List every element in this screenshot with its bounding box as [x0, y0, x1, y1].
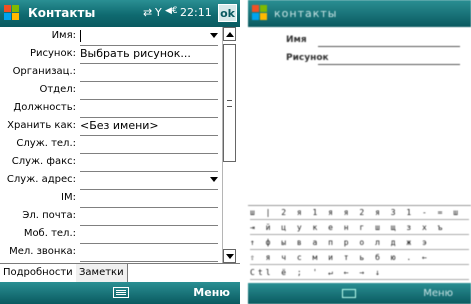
keyboard-icon[interactable] [113, 287, 129, 298]
clock[interactable]: 22:11 [180, 6, 212, 19]
field-department[interactable]: Отдел: [0, 81, 222, 100]
field-name[interactable]: Имя [248, 34, 471, 48]
ringtone-input[interactable] [80, 243, 218, 262]
field-picture[interactable]: Рисунок [248, 52, 471, 66]
mobile-phone-input[interactable] [80, 225, 218, 244]
chevron-down-icon[interactable] [210, 177, 218, 182]
scroll-down-icon[interactable] [223, 249, 236, 263]
work-fax-input[interactable] [80, 153, 218, 172]
field-ringtone[interactable]: Мел. звонка: [0, 243, 222, 262]
field-picture[interactable]: Рисунок: Выбрать рисунок... [0, 45, 222, 64]
field-label: Рисунок [286, 53, 329, 63]
field-label: Служ. факс: [11, 156, 76, 167]
keyboard-row[interactable]: ⇧ я ч с м и т ь б ю . ← [250, 253, 469, 265]
windows-start-icon[interactable] [4, 5, 20, 21]
department-input[interactable] [80, 81, 218, 100]
picture-input[interactable] [318, 64, 460, 65]
field-email[interactable]: Эл. почта: [0, 207, 222, 226]
field-label: Имя [286, 35, 307, 45]
field-label: Должность: [13, 102, 76, 113]
job-title-input[interactable] [80, 99, 218, 118]
signal-icon[interactable]: Y [155, 6, 162, 19]
contact-form: Имя: Рисунок: Выбрать рисунок... Организ… [0, 27, 222, 263]
text-caret [80, 30, 81, 42]
tab-notes[interactable]: Заметки [76, 264, 128, 283]
field-work-phone[interactable]: Служ. тел.: [0, 135, 222, 154]
scroll-thumb[interactable] [223, 44, 236, 162]
windows-start-icon[interactable] [252, 5, 268, 21]
field-company[interactable]: Организац.: [0, 63, 222, 82]
menu-button[interactable]: Меню [423, 288, 453, 299]
field-work-address[interactable]: Служ. адрес: [0, 171, 222, 190]
chevron-down-icon[interactable] [210, 33, 218, 38]
title-bar: Контакты ⇄ Y ◀€ 22:11 ok [0, 0, 240, 27]
field-label: Отдел: [39, 84, 76, 95]
field-label: Рисунок: [29, 48, 76, 59]
field-label: Моб. тел.: [23, 228, 76, 239]
company-input[interactable] [80, 63, 218, 82]
scroll-up-icon[interactable] [223, 27, 236, 41]
work-address-input[interactable] [80, 171, 218, 190]
volume-icon[interactable]: ◀€ [165, 6, 178, 16]
field-file-as[interactable]: Хранить как: <Без имени> [0, 117, 222, 136]
name-input[interactable] [80, 27, 218, 46]
contacts-screen: Контакты ⇄ Y ◀€ 22:11 ok Имя: Рисунок: В… [0, 0, 240, 304]
field-label: Эл. почта: [22, 210, 76, 221]
file-as-input[interactable]: <Без имени> [80, 117, 218, 136]
tab-details[interactable]: Подробности [0, 264, 77, 282]
keyboard-row[interactable]: ⇥ й ц у к е н г ш щ з х ъ [250, 223, 469, 235]
keyboard-row[interactable]: ↑ ф ы в а п р о л д ж э [250, 238, 469, 250]
field-label: Имя: [51, 30, 76, 41]
name-input[interactable] [318, 46, 460, 47]
connectivity-icon[interactable]: ⇄ [143, 6, 152, 19]
field-label: Служ. тел.: [16, 138, 76, 149]
on-screen-keyboard[interactable]: ш | 2 я 1 я я 2 я 3 1 - = ш ⇥ й ц у к е … [248, 205, 471, 284]
field-name[interactable]: Имя: [0, 27, 222, 46]
field-im[interactable]: IM: [0, 189, 222, 208]
app-title: контакты [274, 7, 338, 20]
field-label: IM: [61, 192, 76, 203]
title-bar: контакты [248, 0, 471, 27]
field-label: Мел. звонка: [9, 246, 76, 257]
im-input[interactable] [80, 189, 218, 208]
field-work-fax[interactable]: Служ. факс: [0, 153, 222, 172]
work-phone-input[interactable] [80, 135, 218, 154]
contacts-screen-keyboard: контакты Имя Рисунок ш | 2 я 1 я я 2 я 3… [248, 0, 471, 304]
soft-key-bar: Меню [248, 283, 471, 304]
keyboard-row[interactable]: Ctl ё ; ' ↵ ← → ↓ [250, 268, 469, 280]
app-title: Контакты [28, 6, 96, 20]
field-label: Организац.: [12, 66, 76, 77]
tab-strip: Подробности Заметки [0, 263, 240, 283]
field-job-title[interactable]: Должность: [0, 99, 222, 118]
field-label: Служ. адрес: [6, 174, 76, 185]
field-mobile-phone[interactable]: Моб. тел.: [0, 225, 222, 244]
keyboard-icon[interactable] [342, 289, 356, 298]
keyboard-row[interactable]: ш | 2 я 1 я я 2 я 3 1 - = ш [250, 208, 469, 220]
picture-input[interactable]: Выбрать рисунок... [80, 45, 218, 64]
field-label: Хранить как: [7, 120, 76, 131]
soft-key-bar: Меню [0, 282, 240, 304]
email-input[interactable] [80, 207, 218, 226]
menu-button[interactable]: Меню [193, 286, 230, 299]
ok-button[interactable]: ok [218, 4, 237, 22]
vertical-scrollbar[interactable] [222, 27, 237, 263]
